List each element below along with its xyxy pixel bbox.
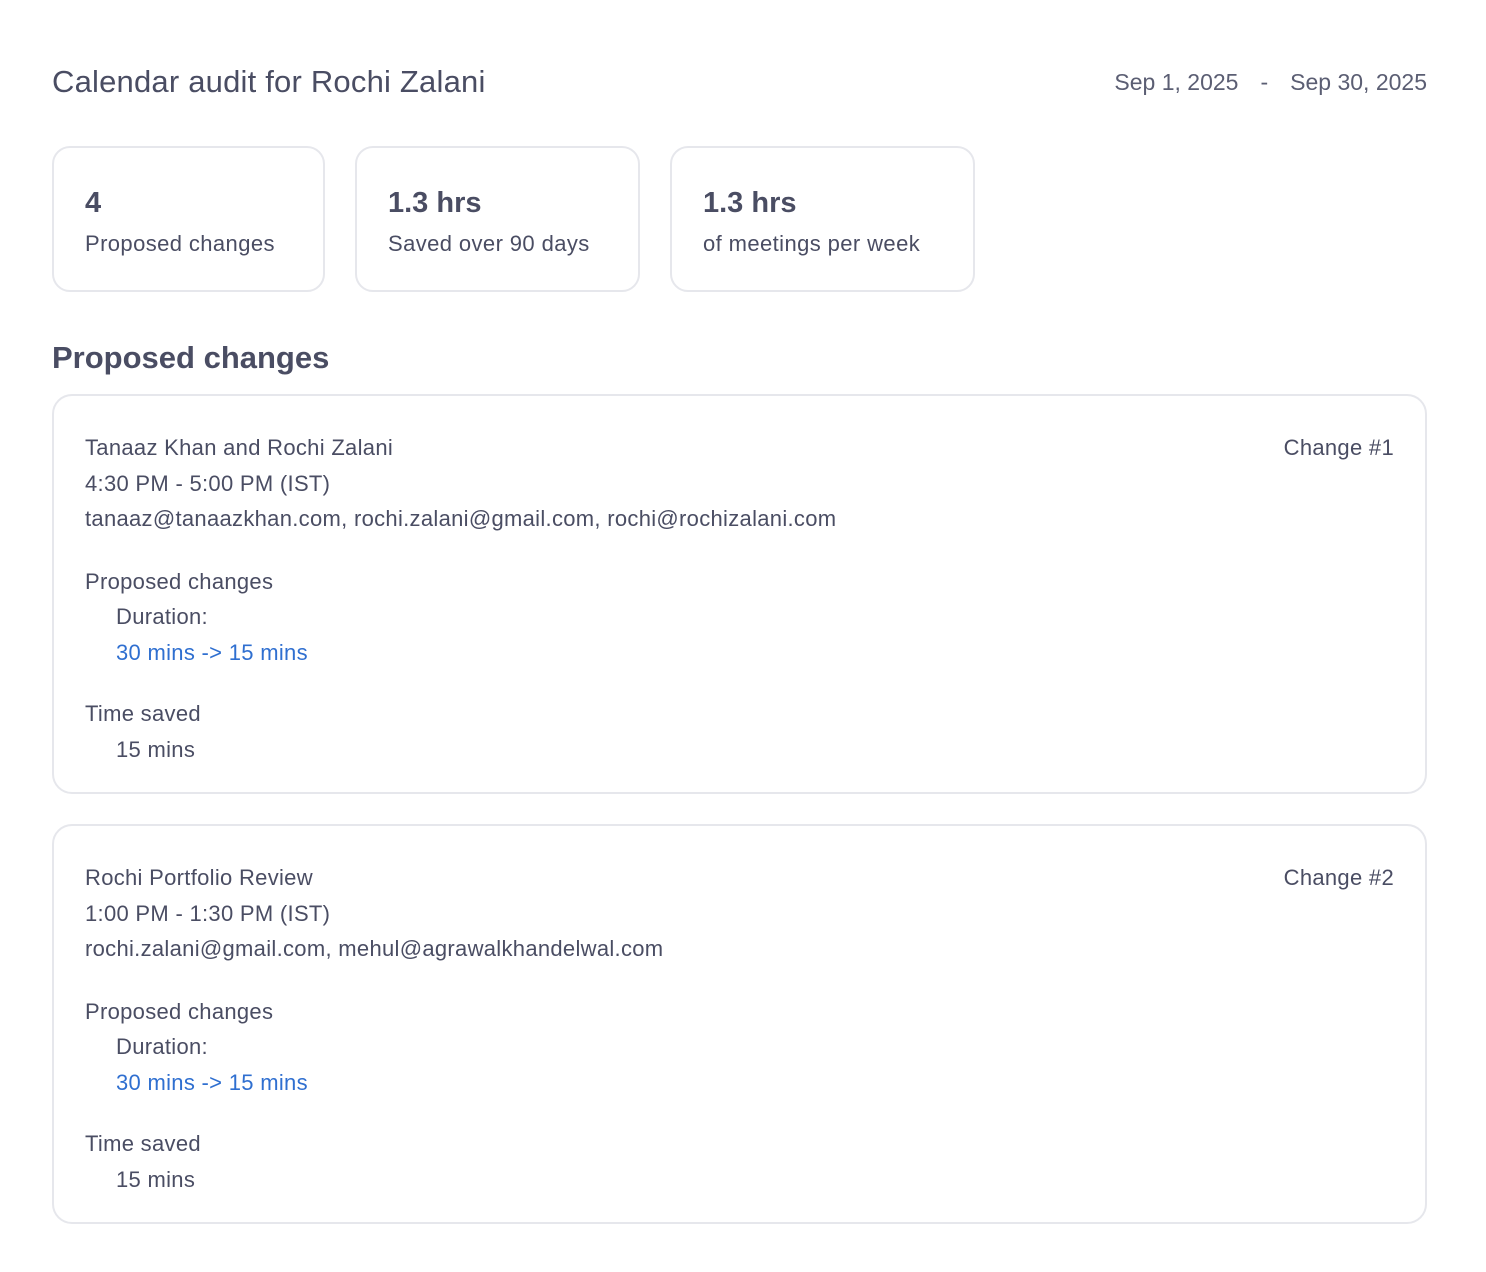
date-separator: - — [1260, 68, 1269, 95]
time-saved-label: Time saved — [85, 701, 201, 726]
page-title: Calendar audit for Rochi Zalani — [52, 64, 486, 99]
meeting-title: Rochi Portfolio Review — [85, 865, 313, 890]
proposed-changes-label: Proposed changes — [85, 568, 274, 594]
meeting-attendees: tanaaz@tanaazkhan.com, rochi.zalani@gmai… — [85, 506, 837, 531]
stat-card-proposed-changes: 4 Proposed changes — [52, 146, 325, 292]
stat-label: of meetings per week — [703, 231, 921, 256]
stats-row: 4 Proposed changes 1.3 hrs Saved over 90… — [52, 146, 975, 292]
meeting-time: 4:30 PM - 5:00 PM (IST) — [85, 470, 331, 496]
page-header: Calendar audit for Rochi Zalani Sep 1, 2… — [52, 60, 1427, 104]
stat-card-meetings-per-week: 1.3 hrs of meetings per week — [670, 146, 975, 292]
time-saved-value: 15 mins — [116, 1166, 196, 1192]
proposed-changes-label: Proposed changes — [85, 998, 274, 1024]
time-saved-value: 15 mins — [116, 736, 196, 762]
proposed-changes-block: Proposed changes Duration: 30 mins -> 15… — [85, 564, 1394, 671]
date-start: Sep 1, 2025 — [1114, 68, 1239, 95]
change-number: Change #1 — [1283, 435, 1394, 460]
change-card-2: Rochi Portfolio Review Change #2 1:00 PM… — [52, 824, 1427, 1224]
duration-label: Duration: — [116, 604, 208, 629]
change-card-1: Tanaaz Khan and Rochi Zalani Change #1 4… — [52, 394, 1427, 794]
duration-change: 30 mins -> 15 mins — [116, 639, 308, 665]
stat-value: 1.3 hrs — [703, 187, 797, 219]
stat-card-time-saved: 1.3 hrs Saved over 90 days — [355, 146, 640, 292]
duration-label: Duration: — [116, 1034, 208, 1059]
time-saved-block: Time saved 15 mins — [85, 1126, 1394, 1197]
change-number: Change #2 — [1283, 865, 1394, 890]
stat-label: Saved over 90 days — [388, 231, 590, 256]
date-range: Sep 1, 2025 - Sep 30, 2025 — [1114, 69, 1427, 96]
change-card-header: Tanaaz Khan and Rochi Zalani Change #1 — [85, 430, 1394, 466]
stat-value: 4 — [85, 187, 102, 219]
meeting-attendees: rochi.zalani@gmail.com, mehul@agrawalkha… — [85, 936, 664, 961]
stat-label: Proposed changes — [85, 231, 275, 256]
meeting-title: Tanaaz Khan and Rochi Zalani — [85, 435, 394, 460]
proposed-changes-block: Proposed changes Duration: 30 mins -> 15… — [85, 994, 1394, 1101]
meeting-time: 1:00 PM - 1:30 PM (IST) — [85, 900, 331, 926]
change-card-header: Rochi Portfolio Review Change #2 — [85, 860, 1394, 896]
date-end: Sep 30, 2025 — [1290, 68, 1427, 95]
time-saved-label: Time saved — [85, 1131, 201, 1156]
stat-value: 1.3 hrs — [388, 187, 482, 219]
section-title-proposed-changes: Proposed changes — [52, 340, 330, 375]
duration-change: 30 mins -> 15 mins — [116, 1069, 308, 1095]
time-saved-block: Time saved 15 mins — [85, 696, 1394, 767]
